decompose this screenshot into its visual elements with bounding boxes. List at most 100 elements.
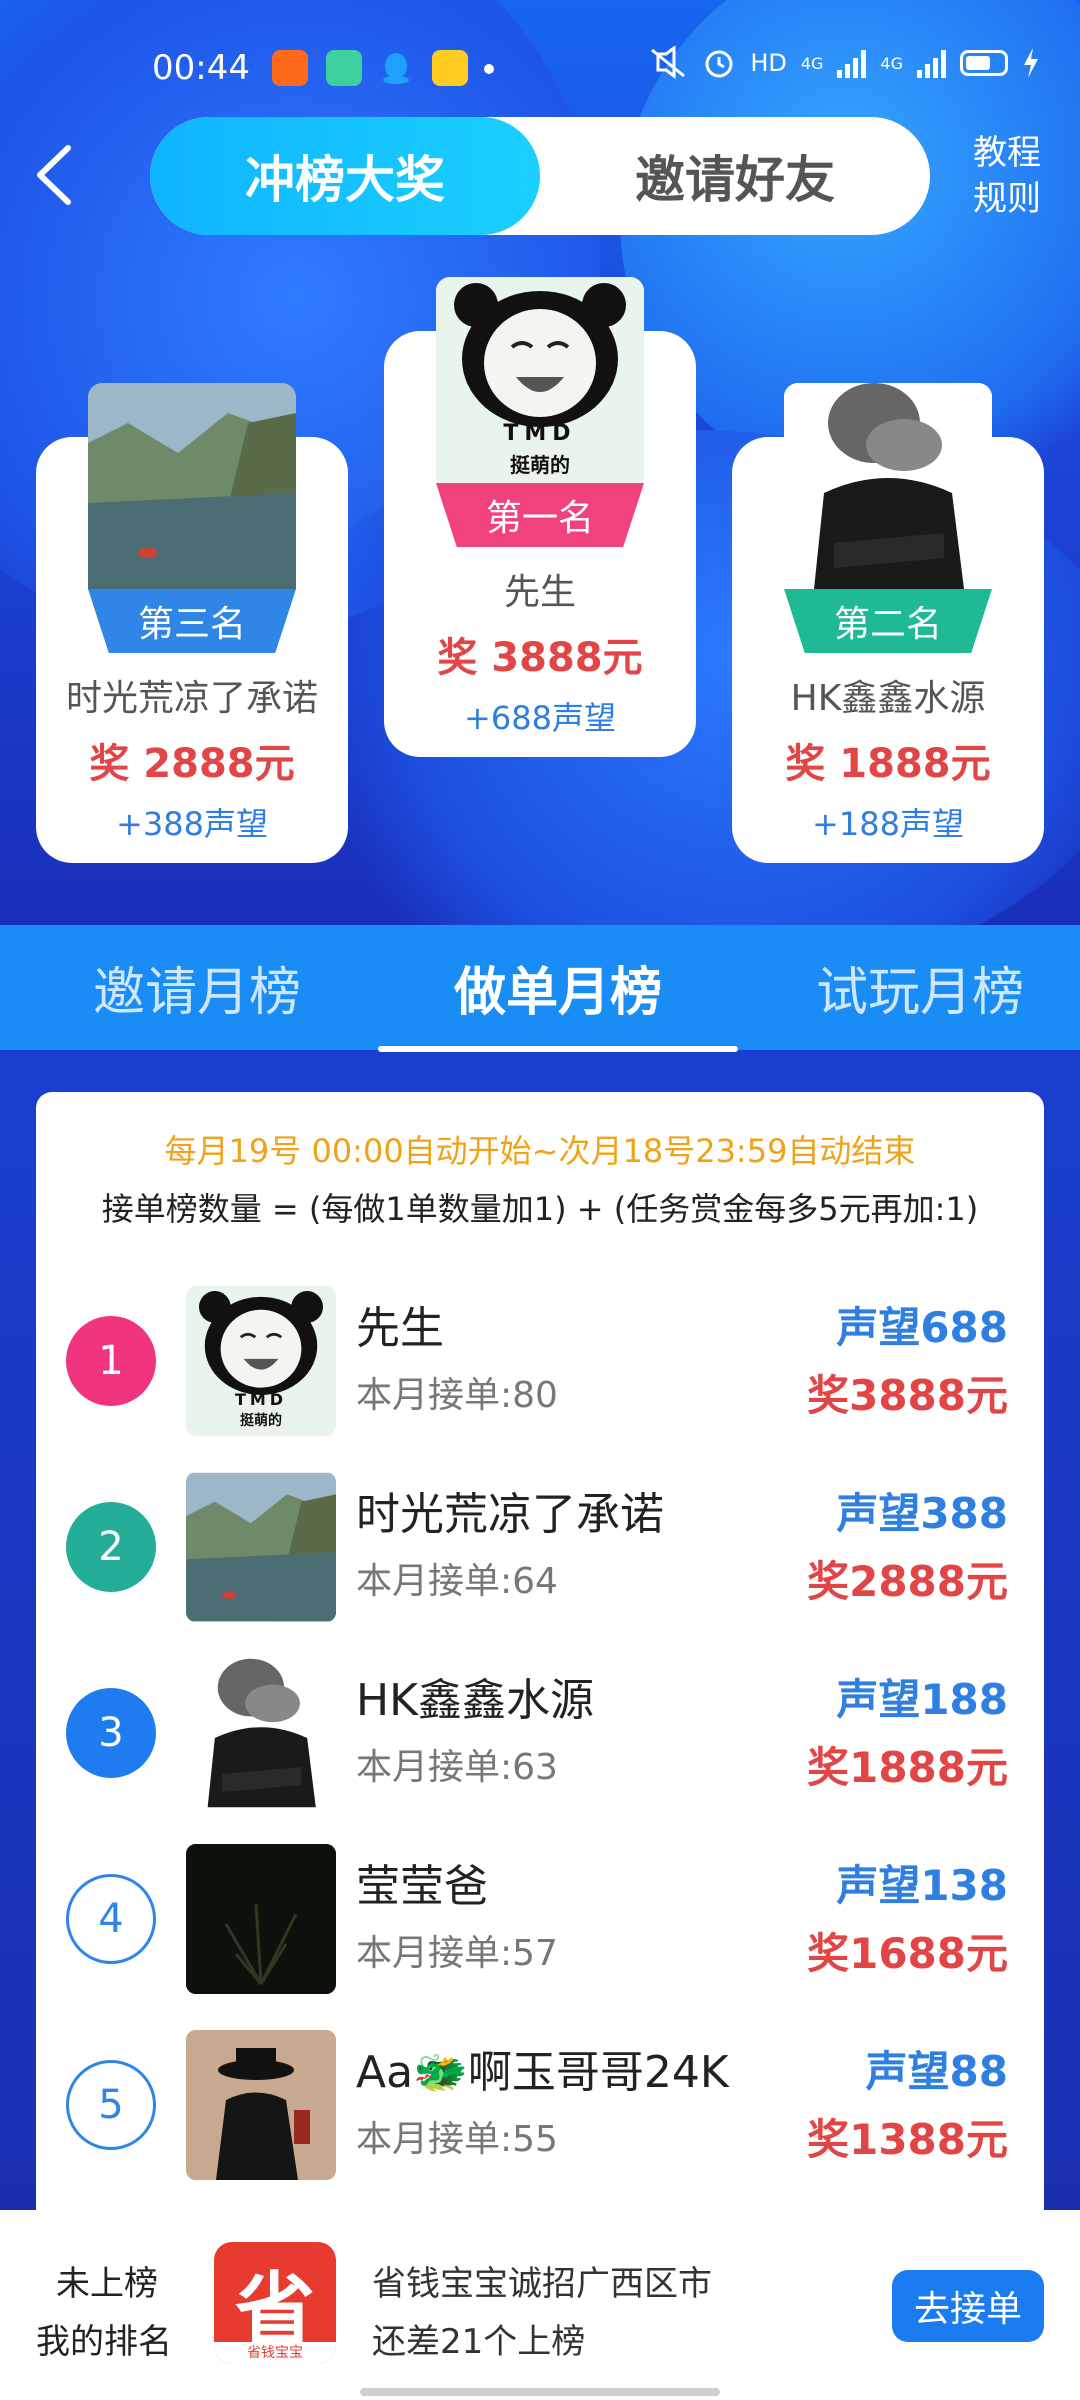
smoke-man-avatar bbox=[784, 383, 992, 589]
tab-invite-friends[interactable]: 邀请好友 bbox=[540, 117, 930, 235]
prize-value: 奖1688元 bbox=[807, 1929, 1008, 1978]
rank-number: 5 bbox=[66, 2060, 156, 2150]
back-button[interactable] bbox=[28, 140, 88, 210]
monthly-orders: 本月接单:64 bbox=[356, 1561, 558, 1602]
podium-prize: 奖 3888元 bbox=[437, 635, 643, 681]
tab-trial-monthly[interactable]: 试玩月榜 bbox=[720, 925, 1080, 1050]
podium-avatar: TMD 挺萌的 bbox=[436, 277, 644, 483]
river-landscape-avatar bbox=[88, 383, 296, 589]
network-label: 4G bbox=[880, 53, 903, 73]
monthly-orders: 本月接单:63 bbox=[356, 1747, 558, 1788]
monthly-orders: 本月接单:57 bbox=[356, 1933, 558, 1974]
podium-prize: 奖 1888元 bbox=[785, 741, 991, 787]
board-tabs: 邀请月榜 做单月榜 试玩月榜 bbox=[0, 925, 1080, 1050]
signal-icon bbox=[917, 48, 946, 78]
network-label: 4G bbox=[800, 53, 824, 73]
podium-fame: +388声望 bbox=[116, 805, 268, 843]
avatar-caption: 挺萌的 bbox=[510, 453, 570, 477]
user-name: 莹莹爸 bbox=[356, 1861, 488, 1912]
prize-value: 奖3888元 bbox=[807, 1371, 1008, 1420]
ranking-row[interactable]: 1 TMD 挺萌的 先生 本月接单:80 声望688 奖3888元 bbox=[36, 1268, 1044, 1454]
rank-number: 1 bbox=[66, 1316, 156, 1406]
podium-rank-badge: 第三名 bbox=[88, 589, 296, 653]
podium-card-first[interactable]: TMD 挺萌的 第一名 先生 奖 3888元 +688声望 bbox=[384, 277, 696, 757]
active-tab-indicator bbox=[378, 1046, 738, 1052]
tutorial-link[interactable]: 教程 bbox=[952, 130, 1062, 176]
fame-value: 声望88 bbox=[865, 2047, 1008, 2096]
ranking-row[interactable]: 3 HK鑫鑫水源 本月接单:63 声望188 奖1888元 bbox=[36, 1640, 1044, 1826]
top-tab-switch: 冲榜大奖 邀请好友 bbox=[150, 117, 930, 235]
avatar-caption: TMD bbox=[503, 421, 577, 446]
tab-invite-monthly[interactable]: 邀请月榜 bbox=[0, 925, 394, 1050]
battery-icon bbox=[960, 50, 1008, 76]
podium-name: HK鑫鑫水源 bbox=[790, 678, 986, 719]
fame-value: 声望188 bbox=[836, 1675, 1008, 1724]
podium-avatar bbox=[784, 383, 992, 589]
status-indicators: HD 4G 4G bbox=[648, 46, 1040, 80]
ranking-panel: 每月19号 00:00自动开始~次月18号23:59自动结束 接单榜数量 = (… bbox=[36, 1092, 1044, 2212]
app-logo-caption: 省钱宝宝 bbox=[214, 2342, 336, 2364]
kuaishou-app-icon bbox=[272, 50, 308, 86]
podium-card-third[interactable]: 第三名 时光荒凉了承诺 奖 2888元 +388声望 bbox=[36, 383, 348, 863]
podium-card-second[interactable]: 第二名 HK鑫鑫水源 奖 1888元 +188声望 bbox=[732, 383, 1044, 863]
avatar-caption: 挺萌的 bbox=[240, 1413, 282, 1429]
smoke-man-avatar bbox=[186, 1658, 336, 1808]
avatar-caption: TMD bbox=[234, 1390, 288, 1409]
my-rank-label: 我的排名 bbox=[36, 2322, 172, 2362]
user-name: HK鑫鑫水源 bbox=[356, 1675, 594, 1726]
rank-number: 2 bbox=[66, 1502, 156, 1592]
count-rule: 接单榜数量 = (每做1单数量加1) + (任务赏金每多5元再加:1) bbox=[101, 1190, 979, 1228]
status-time: 00:44 bbox=[152, 48, 250, 88]
rank-number: 3 bbox=[66, 1688, 156, 1778]
notes-app-icon bbox=[432, 50, 468, 86]
ranking-row[interactable]: 4 莹莹爸 本月接单:57 声望138 奖1688元 bbox=[36, 1826, 1044, 2012]
prize-value: 奖2888元 bbox=[807, 1557, 1008, 1606]
gap-to-rank-text: 还差21个上榜 bbox=[372, 2322, 586, 2362]
ranking-row[interactable]: 5 Aa🐲啊玉哥哥24K 本月接单:55 声望88 奖1388元 bbox=[36, 2012, 1044, 2198]
help-links: 教程 规则 bbox=[952, 130, 1062, 222]
podium-rank-badge: 第二名 bbox=[784, 589, 992, 653]
tab-ranking-prize[interactable]: 冲榜大奖 bbox=[150, 117, 540, 235]
podium-fame: +188声望 bbox=[812, 805, 964, 843]
man-in-hat-avatar bbox=[186, 2030, 336, 2180]
dark-plant-avatar bbox=[186, 1844, 336, 1994]
user-avatar bbox=[186, 1472, 336, 1622]
podium-fame: +688声望 bbox=[464, 699, 616, 737]
user-name: 时光荒凉了承诺 bbox=[356, 1489, 664, 1540]
chevron-left-icon bbox=[37, 145, 71, 205]
take-orders-button[interactable]: 去接单 bbox=[892, 2270, 1044, 2342]
podium-rank-badge: 第一名 bbox=[436, 483, 644, 547]
my-rank-status: 未上榜 bbox=[56, 2264, 158, 2304]
ranking-row[interactable]: 2 时光荒凉了承诺 本月接单:64 声望388 奖2888元 bbox=[36, 1454, 1044, 1640]
chat-app-icon bbox=[326, 50, 362, 86]
tab-orders-monthly[interactable]: 做单月榜 bbox=[358, 925, 758, 1050]
monthly-orders: 本月接单:80 bbox=[356, 1375, 558, 1416]
river-landscape-avatar bbox=[186, 1472, 336, 1622]
rank-number: 4 bbox=[66, 1874, 156, 1964]
user-name: 先生 bbox=[356, 1303, 444, 1354]
rules-link[interactable]: 规则 bbox=[952, 176, 1062, 222]
hd-label: HD bbox=[750, 49, 787, 77]
user-name: Aa🐲啊玉哥哥24K bbox=[356, 2047, 729, 2098]
charging-icon bbox=[1024, 48, 1038, 78]
prize-value: 奖1888元 bbox=[807, 1743, 1008, 1792]
podium-avatar bbox=[88, 383, 296, 589]
prize-value: 奖1388元 bbox=[807, 2115, 1008, 2164]
user-avatar bbox=[186, 1658, 336, 1808]
period-rule: 每月19号 00:00自动开始~次月18号23:59自动结束 bbox=[164, 1132, 916, 1170]
user-avatar bbox=[186, 2030, 336, 2180]
mute-icon bbox=[651, 46, 686, 79]
fame-value: 声望138 bbox=[836, 1861, 1008, 1910]
home-indicator[interactable] bbox=[360, 2388, 720, 2396]
fame-value: 声望688 bbox=[836, 1303, 1008, 1352]
podium-name: 先生 bbox=[503, 572, 576, 613]
status-bar: 00:44 HD 4G 4G bbox=[0, 40, 1080, 96]
qq-icon bbox=[378, 50, 414, 86]
fame-value: 声望388 bbox=[836, 1489, 1008, 1538]
more-notifications-icon bbox=[484, 64, 494, 74]
promo-text: 省钱宝宝诚招广西区市 bbox=[372, 2264, 712, 2304]
my-ranking-bar: 未上榜 我的排名 省 省钱宝宝 省钱宝宝诚招广西区市 还差21个上榜 去接单 bbox=[0, 2210, 1080, 2400]
user-avatar: TMD 挺萌的 bbox=[186, 1286, 336, 1436]
monthly-orders: 本月接单:55 bbox=[356, 2119, 558, 2160]
user-avatar bbox=[186, 1844, 336, 1994]
